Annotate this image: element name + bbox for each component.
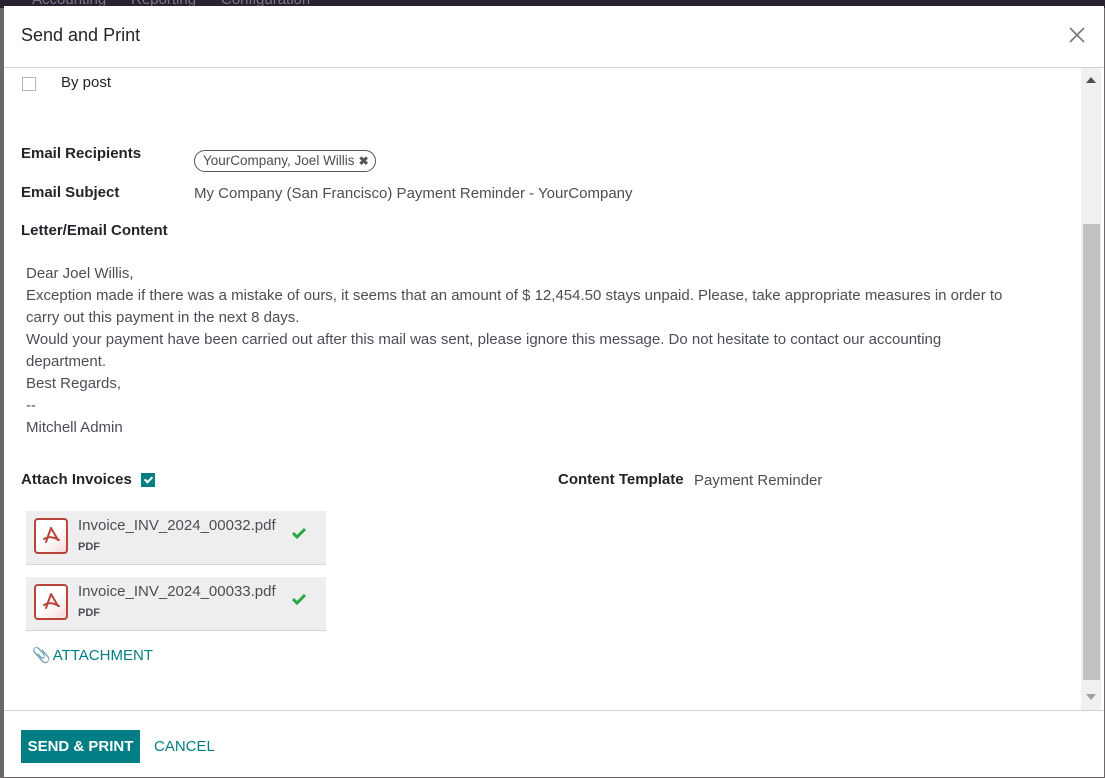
add-attachment-label: ATTACHMENT <box>52 647 153 664</box>
content-line: Exception made if there was a mistake of… <box>26 287 1003 326</box>
attachment-item[interactable]: Invoice_INV_2024_00032.pdf PDF <box>26 511 326 565</box>
content-line: Best Regards, <box>26 375 122 392</box>
scroll-thumb[interactable] <box>1083 224 1100 680</box>
add-attachment-button[interactable]: 📎 ATTACHMENT <box>32 646 153 664</box>
recipient-name: YourCompany, Joel Willis <box>203 153 355 168</box>
dialog-scrollbar[interactable] <box>1081 68 1101 710</box>
content-template-value[interactable]: Payment Reminder <box>694 472 822 489</box>
scroll-down-arrow-icon[interactable] <box>1086 694 1096 700</box>
dialog-header: Send and Print <box>4 6 1104 68</box>
by-post-checkbox[interactable] <box>22 77 36 91</box>
x-icon[interactable]: ✖ <box>359 154 369 168</box>
attachment-type: PDF <box>78 541 100 553</box>
send-and-print-button[interactable]: SEND & PRINT <box>21 730 140 763</box>
content-line: Dear Joel Willis, <box>26 265 134 282</box>
attachment-name: Invoice_INV_2024_00033.pdf <box>78 583 276 600</box>
attachment-name: Invoice_INV_2024_00032.pdf <box>78 517 276 534</box>
dialog-body: By post Email Recipients YourCompany, Jo… <box>4 68 1104 710</box>
check-icon <box>292 593 306 605</box>
cancel-button[interactable]: CANCEL <box>154 730 215 763</box>
scroll-up-arrow-icon[interactable] <box>1086 77 1096 83</box>
email-content-editor[interactable]: Dear Joel Willis, Exception made if ther… <box>26 263 1016 439</box>
attach-invoices-checkbox[interactable] <box>141 473 155 487</box>
attach-invoices-label: Attach Invoices <box>21 471 132 488</box>
email-subject-label: Email Subject <box>21 184 120 201</box>
email-recipients-label: Email Recipients <box>21 145 142 162</box>
dialog-title: Send and Print <box>21 25 141 45</box>
close-icon <box>1069 27 1085 43</box>
pdf-icon <box>34 518 68 554</box>
close-button[interactable] <box>1066 24 1088 46</box>
attachment-item[interactable]: Invoice_INV_2024_00033.pdf PDF <box>26 577 326 631</box>
dialog-footer: SEND & PRINT CANCEL <box>4 710 1104 778</box>
send-and-print-dialog: Send and Print By post Email Recipients … <box>4 6 1104 777</box>
content-line: Would your payment have been carried out… <box>26 331 942 370</box>
content-line: Mitchell Admin <box>26 419 123 436</box>
letter-content-label: Letter/Email Content <box>21 222 168 239</box>
by-post-label: By post <box>61 74 112 91</box>
email-subject-value[interactable]: My Company (San Francisco) Payment Remin… <box>194 185 633 202</box>
paperclip-icon: 📎 <box>32 647 51 664</box>
content-template-label: Content Template <box>558 471 684 488</box>
pdf-icon <box>34 584 68 620</box>
content-line: -- <box>26 397 36 414</box>
attachment-type: PDF <box>78 607 100 619</box>
recipient-tag[interactable]: YourCompany, Joel Willis ✖ <box>194 150 376 172</box>
check-icon <box>292 527 306 539</box>
